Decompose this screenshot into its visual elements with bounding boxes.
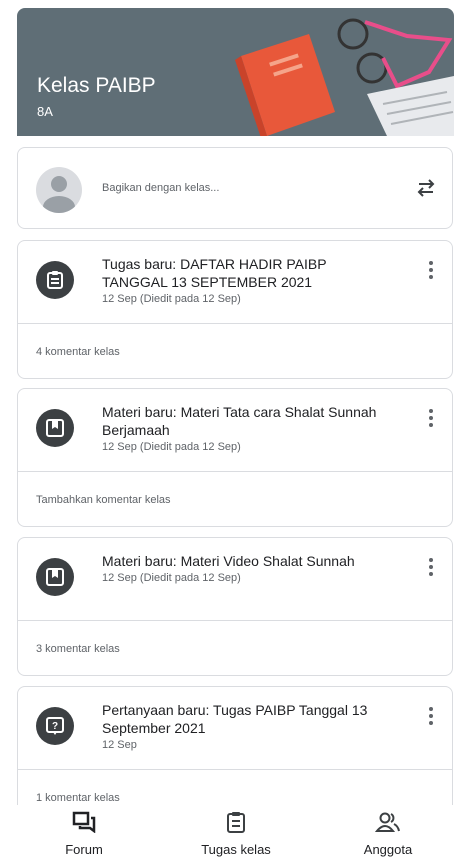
post-title[interactable]: Materi baru: Materi Video Shalat Sunnah … bbox=[102, 552, 392, 586]
post-title[interactable]: Materi baru: Materi Tata cara Shalat Sun… bbox=[102, 403, 392, 455]
nav-classwork[interactable]: Tugas kelas bbox=[176, 811, 296, 857]
post-header[interactable]: Tugas baru: DAFTAR HADIR PAIBP TANGGAL 1… bbox=[18, 241, 452, 324]
more-options-icon[interactable] bbox=[428, 409, 434, 430]
post-date: 12 Sep bbox=[102, 739, 137, 751]
stream-post[interactable]: Materi baru: Materi Video Shalat Sunnah … bbox=[17, 537, 453, 676]
post-header[interactable]: ? Pertanyaan baru: Tugas PAIBP Tanggal 1… bbox=[18, 687, 452, 770]
share-with-class-card[interactable]: Bagikan dengan kelas... bbox=[17, 147, 453, 229]
post-date: 12 Sep (Diedit pada 12 Sep) bbox=[102, 572, 241, 584]
material-icon bbox=[36, 558, 74, 596]
post-title-text[interactable]: Tugas baru: DAFTAR HADIR PAIBP TANGGAL 1… bbox=[102, 256, 326, 290]
post-comments[interactable]: 3 komentar kelas bbox=[18, 621, 452, 675]
class-section: 8A bbox=[37, 104, 53, 119]
repost-icon[interactable] bbox=[414, 176, 438, 200]
comment-count[interactable]: 1 komentar kelas bbox=[36, 792, 120, 804]
svg-text:?: ? bbox=[52, 721, 58, 732]
post-title[interactable]: Pertanyaan baru: Tugas PAIBP Tanggal 13 … bbox=[102, 701, 392, 753]
share-input[interactable]: Bagikan dengan kelas... bbox=[102, 182, 219, 194]
nav-classwork-label[interactable]: Tugas kelas bbox=[176, 842, 296, 857]
post-header[interactable]: Materi baru: Materi Tata cara Shalat Sun… bbox=[18, 389, 452, 472]
comment-count[interactable]: 3 komentar kelas bbox=[36, 643, 120, 655]
class-header-banner: Kelas PAIBP 8A bbox=[17, 8, 454, 136]
forum-icon bbox=[72, 811, 96, 834]
people-icon bbox=[374, 812, 400, 832]
stream-post[interactable]: Tugas baru: DAFTAR HADIR PAIBP TANGGAL 1… bbox=[17, 240, 453, 379]
add-comment-link[interactable]: Tambahkan komentar kelas bbox=[36, 494, 171, 506]
post-title-text[interactable]: Materi baru: Materi Tata cara Shalat Sun… bbox=[102, 404, 376, 438]
more-options-icon[interactable] bbox=[428, 707, 434, 728]
post-date: 12 Sep (Diedit pada 12 Sep) bbox=[102, 441, 241, 453]
post-comments[interactable]: 4 komentar kelas bbox=[18, 324, 452, 378]
post-comments[interactable]: Tambahkan komentar kelas bbox=[18, 472, 452, 526]
post-header[interactable]: Materi baru: Materi Video Shalat Sunnah … bbox=[18, 538, 452, 621]
material-icon bbox=[36, 409, 74, 447]
nav-people-label[interactable]: Anggota bbox=[328, 842, 448, 857]
nav-forum[interactable]: Forum bbox=[24, 811, 144, 857]
post-title[interactable]: Tugas baru: DAFTAR HADIR PAIBP TANGGAL 1… bbox=[102, 255, 392, 307]
stream-post[interactable]: Materi baru: Materi Tata cara Shalat Sun… bbox=[17, 388, 453, 527]
user-avatar-icon bbox=[43, 176, 75, 213]
nav-forum-label[interactable]: Forum bbox=[24, 842, 144, 857]
more-options-icon[interactable] bbox=[428, 261, 434, 282]
comment-count[interactable]: 4 komentar kelas bbox=[36, 346, 120, 358]
nav-people[interactable]: Anggota bbox=[328, 811, 448, 857]
avatar bbox=[36, 167, 82, 213]
post-title-text[interactable]: Materi baru: Materi Video Shalat Sunnah bbox=[102, 553, 355, 569]
more-options-icon[interactable] bbox=[428, 558, 434, 579]
question-icon: ? bbox=[36, 707, 74, 745]
banner-illustration bbox=[235, 18, 454, 136]
bottom-navigation: Forum Tugas kelas Anggota bbox=[0, 805, 455, 863]
post-date: 12 Sep (Diedit pada 12 Sep) bbox=[102, 293, 241, 305]
post-title-text[interactable]: Pertanyaan baru: Tugas PAIBP Tanggal 13 … bbox=[102, 702, 367, 736]
classwork-icon bbox=[227, 812, 245, 833]
class-title: Kelas PAIBP bbox=[37, 74, 156, 97]
assignment-icon bbox=[36, 261, 74, 299]
